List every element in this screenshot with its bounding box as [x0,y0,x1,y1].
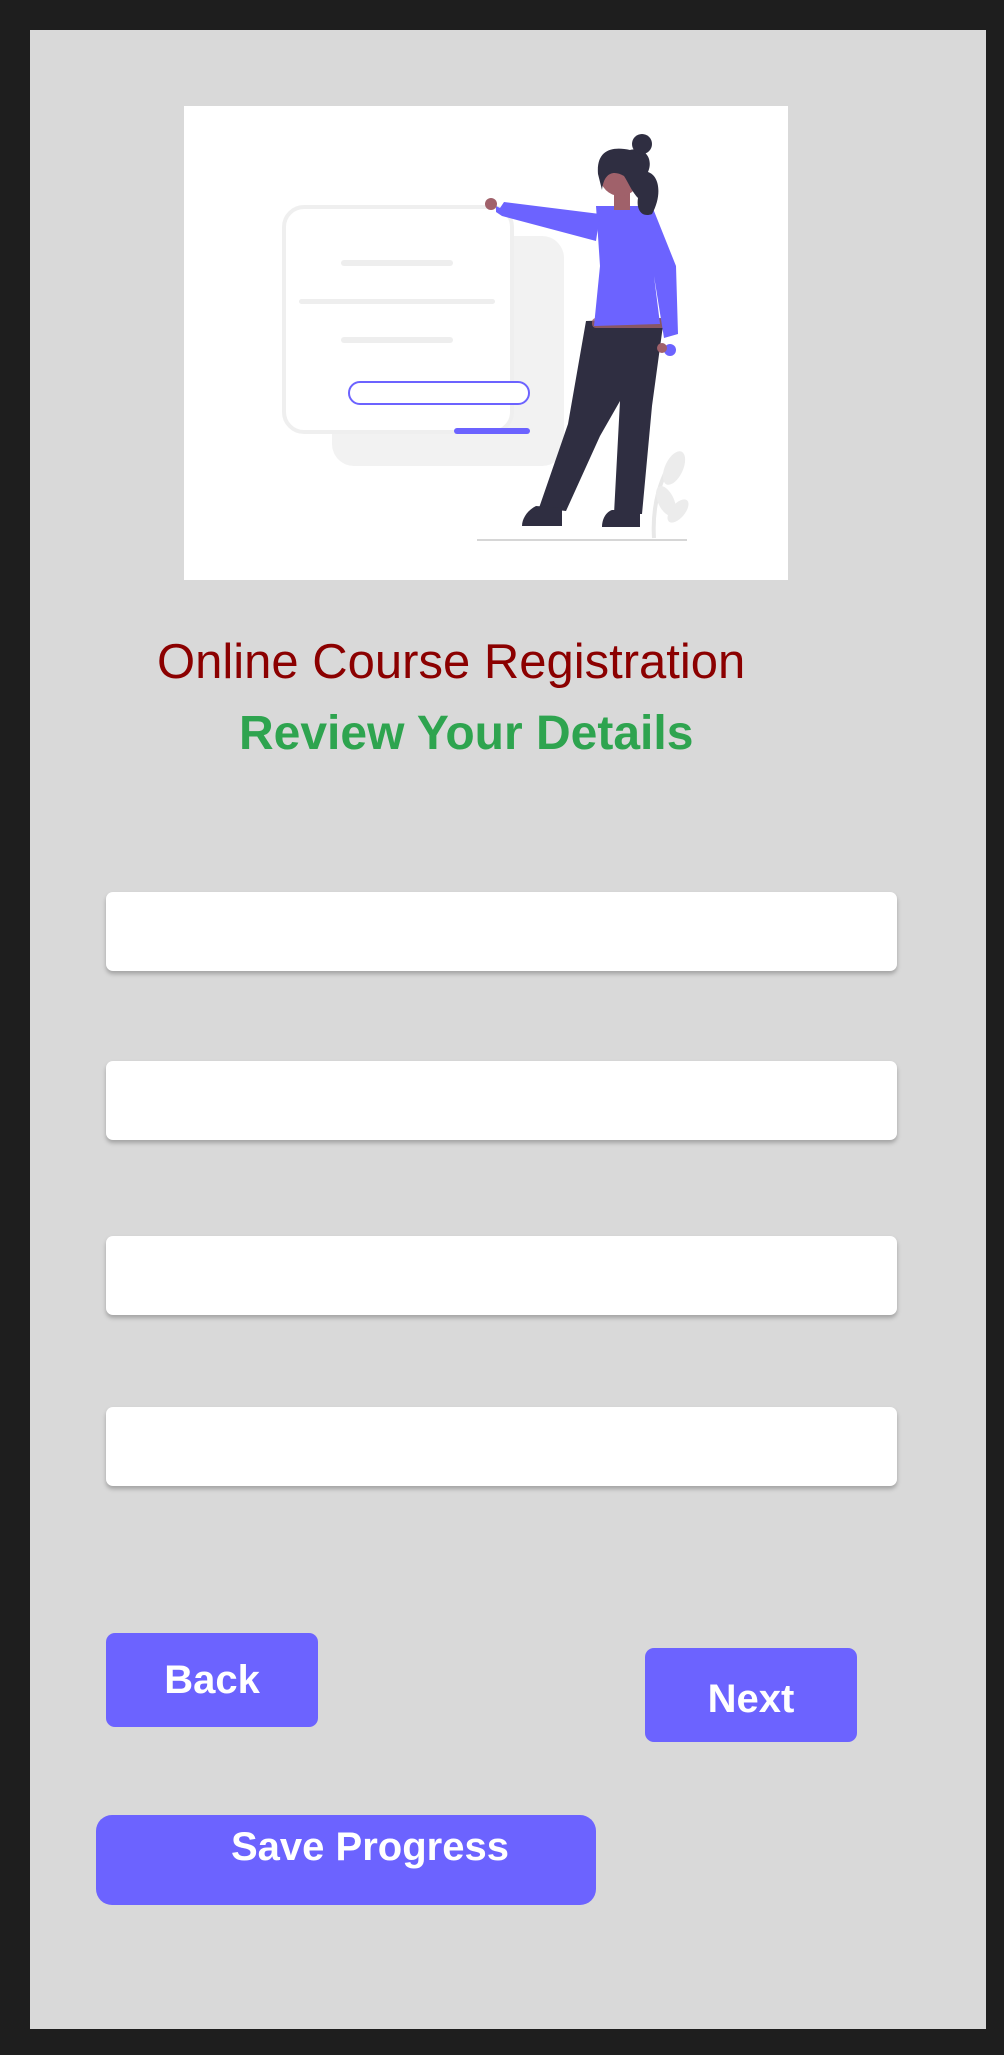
next-button[interactable]: Next [645,1648,857,1742]
form-field-4[interactable] [106,1407,897,1486]
page-title: Online Course Registration [157,635,746,689]
save-progress-label: Save Progress [231,1825,509,1869]
back-button[interactable]: Back [106,1633,318,1727]
form-field-2[interactable] [106,1061,897,1140]
form-field-1[interactable] [106,892,897,971]
page-subtitle: Review Your Details [239,707,694,760]
form-field-3[interactable] [106,1236,897,1315]
person-with-form-illustration-icon [282,134,689,541]
hero-illustration [184,106,788,580]
save-progress-button[interactable]: Save Progress [96,1815,596,1905]
